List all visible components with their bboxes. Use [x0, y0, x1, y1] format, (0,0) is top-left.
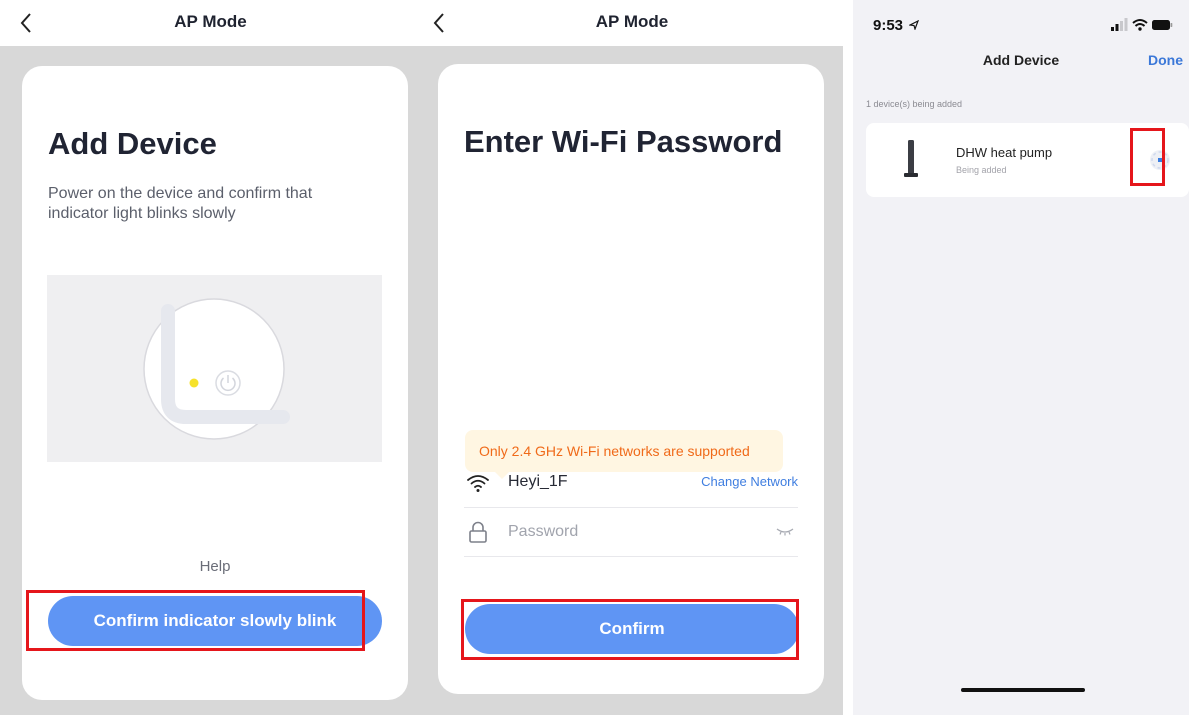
wifi-status-icon — [1132, 19, 1148, 31]
eye-closed-icon[interactable] — [776, 526, 794, 536]
password-input[interactable] — [508, 518, 758, 546]
add-device-card: Add Device Power on the device and confi… — [22, 66, 408, 700]
done-button[interactable]: Done — [1148, 52, 1183, 68]
page-title: Add Device — [48, 126, 217, 161]
confirm-button[interactable]: Confirm — [465, 604, 799, 654]
wifi-password-screen: AP Mode Enter Wi-Fi Password Only 2.4 GH… — [421, 0, 843, 715]
home-indicator — [961, 688, 1085, 692]
cellular-signal-icon — [1111, 18, 1128, 31]
lock-icon — [469, 521, 487, 543]
help-link[interactable]: Help — [22, 558, 408, 575]
location-arrow-icon — [908, 19, 920, 31]
content-background: Add Device Power on the device and confi… — [0, 46, 421, 715]
wifi-icon — [467, 475, 489, 492]
device-status: Being added — [956, 165, 1007, 175]
loading-spinner-icon — [1150, 150, 1170, 170]
device-indicator-illustration — [47, 275, 382, 462]
nav-bar: AP Mode — [421, 0, 843, 46]
content-background: Enter Wi-Fi Password Only 2.4 GHz Wi-Fi … — [421, 46, 843, 715]
device-list-item[interactable]: DHW heat pump Being added — [866, 123, 1189, 197]
network-row: Heyi_1F Change Network — [464, 461, 798, 505]
divider — [464, 556, 798, 557]
device-name: DHW heat pump — [956, 145, 1053, 160]
nav-title: AP Mode — [595, 12, 669, 31]
page-title: Enter Wi-Fi Password — [464, 124, 783, 159]
confirm-indicator-button[interactable]: Confirm indicator slowly blink — [48, 596, 382, 646]
nav-bar: AP Mode — [0, 0, 421, 46]
page-subtitle: Power on the device and confirm that ind… — [48, 185, 313, 222]
change-network-link[interactable]: Change Network — [701, 474, 798, 489]
section-header: 1 device(s) being added — [866, 99, 963, 109]
indicator-light — [189, 378, 199, 388]
divider — [464, 507, 798, 508]
add-device-screen: AP Mode Add Device Power on the device a… — [0, 0, 421, 715]
status-bar-icons — [1111, 18, 1173, 31]
wifi-password-card: Enter Wi-Fi Password Only 2.4 GHz Wi-Fi … — [438, 64, 824, 694]
heat-pump-icon — [904, 140, 918, 177]
page-title: Add Device — [982, 52, 1060, 68]
battery-icon — [1152, 20, 1173, 30]
status-bar-time: 9:53 — [873, 17, 920, 34]
network-name: Heyi_1F — [508, 473, 568, 490]
password-row — [464, 510, 798, 554]
ios-add-device-screen: 9:53 Add Device Done 1 device(s) being a… — [853, 0, 1189, 715]
nav-title: AP Mode — [174, 12, 247, 31]
